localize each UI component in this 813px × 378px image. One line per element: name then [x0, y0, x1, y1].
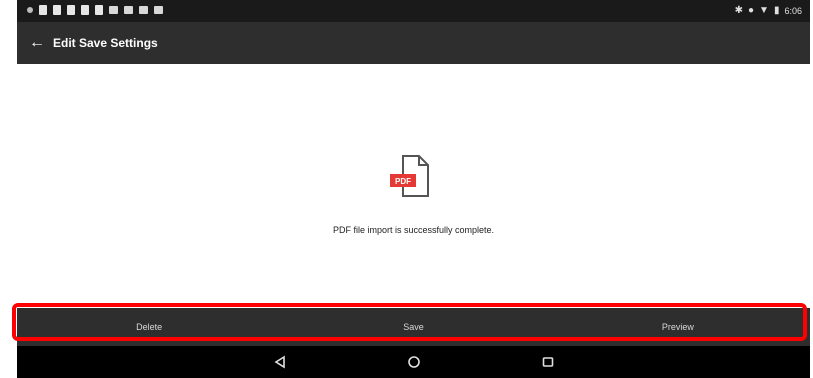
nav-home-icon[interactable]	[402, 352, 426, 372]
download-icon	[81, 5, 89, 15]
wifi-icon: ▼	[759, 5, 769, 16]
screen: ✱ ● ▼ ▮ 6:06 ← Edit Save Settings PDF PD…	[0, 0, 813, 378]
action-bar-highlight	[12, 303, 807, 341]
page-title: Edit Save Settings	[53, 36, 158, 50]
alarm-icon: ●	[748, 5, 755, 16]
image-icon	[154, 6, 163, 14]
nav-recents-icon[interactable]	[536, 352, 560, 372]
image-icon	[139, 6, 148, 14]
download-icon	[39, 5, 47, 15]
download-icon	[95, 5, 103, 15]
status-clock: 6:06	[784, 6, 802, 16]
notification-icons	[27, 5, 163, 15]
notification-icon	[27, 7, 33, 13]
battery-icon: ▮	[773, 5, 780, 16]
download-icon	[53, 5, 61, 15]
bluetooth-icon: ✱	[734, 5, 743, 16]
system-icons: ✱ ● ▼ ▮ 6:06	[735, 4, 802, 18]
pdf-file-icon: PDF	[390, 155, 429, 197]
status-bar: ✱ ● ▼ ▮ 6:06	[17, 0, 810, 22]
image-icon	[109, 6, 118, 14]
image-icon	[124, 6, 133, 14]
import-status-message: PDF file import is successfully complete…	[332, 225, 495, 235]
app-bar: ← Edit Save Settings	[17, 22, 810, 64]
download-icon	[67, 5, 75, 15]
pdf-badge-label: PDF	[395, 177, 411, 186]
nav-back-icon[interactable]	[268, 352, 292, 372]
navigation-bar	[17, 346, 810, 378]
content-area: PDF PDF file import is successfully comp…	[17, 64, 810, 308]
arrow-left-icon[interactable]: ←	[21, 34, 53, 52]
